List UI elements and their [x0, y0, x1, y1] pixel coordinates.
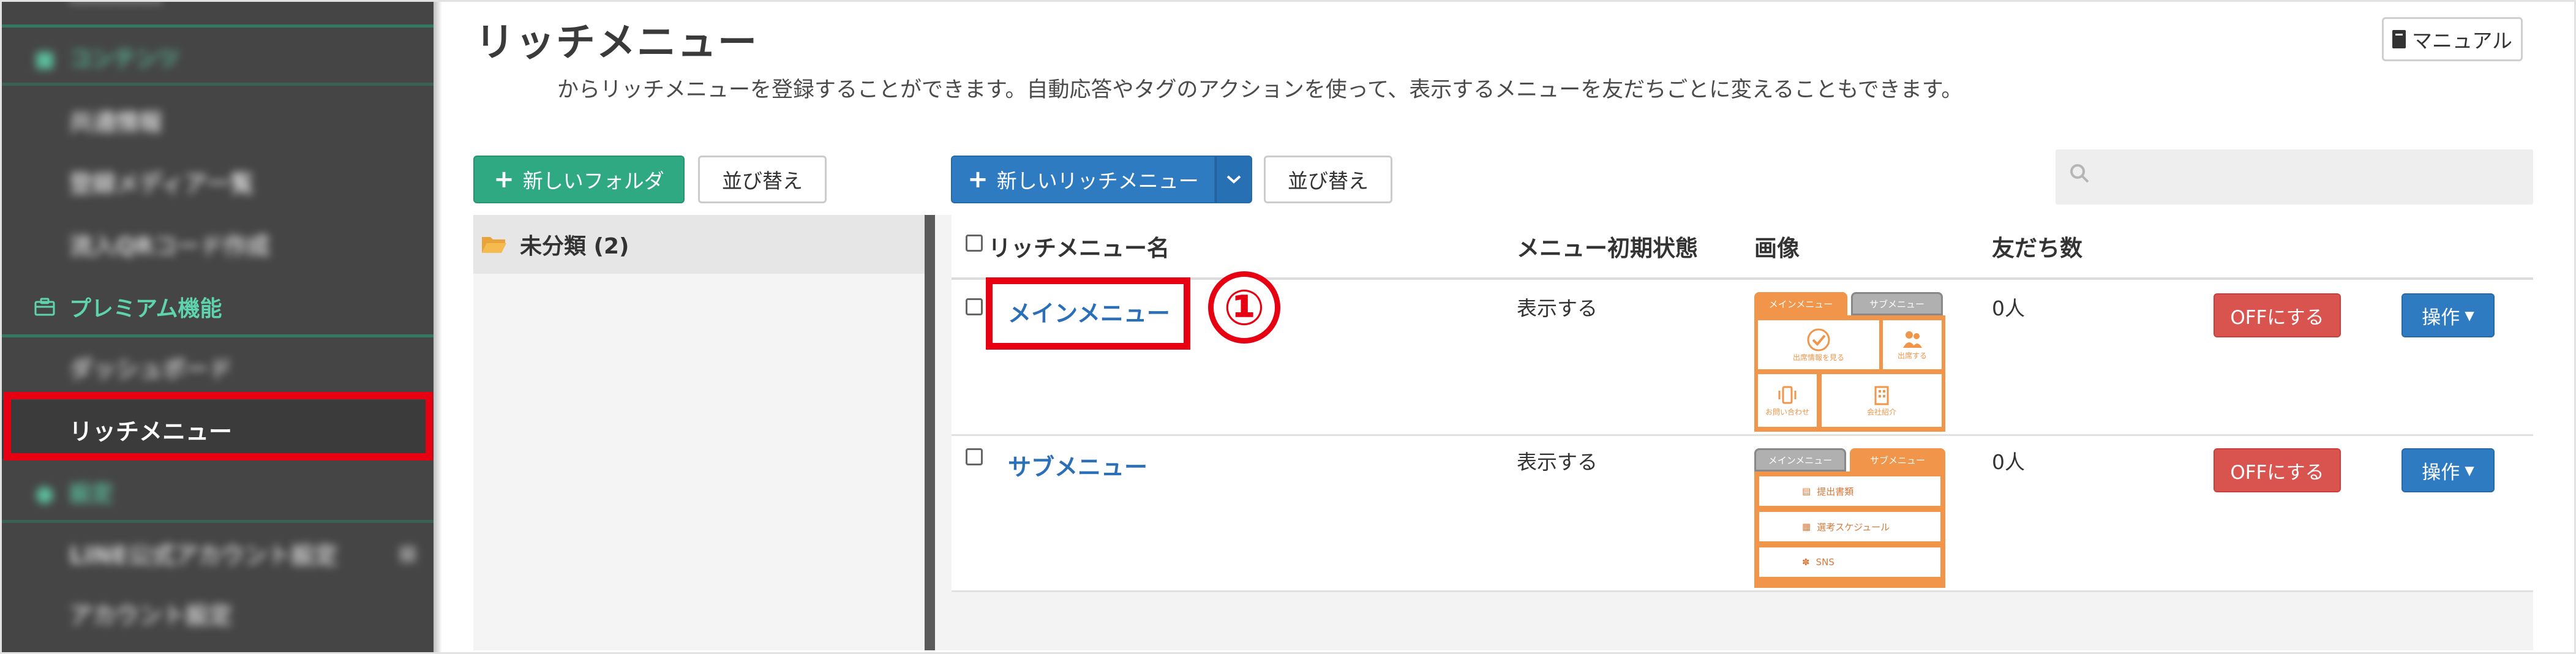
sidebar-item-qr-code[interactable]: 流入QRコード作成	[2, 214, 434, 273]
new-rich-menu-button[interactable]: + 新しいリッチメニュー	[951, 156, 1215, 203]
check-circle-icon	[1807, 328, 1830, 351]
thumb-tab: サブメニュー	[1851, 292, 1943, 315]
column-header-image: 画像	[1754, 235, 1800, 261]
people-icon	[1903, 331, 1922, 348]
sidebar-shadow	[434, 2, 442, 652]
folder-open-icon	[481, 235, 508, 254]
building-icon	[1874, 386, 1889, 405]
page-title: リッチメニュー	[475, 20, 758, 66]
new-rich-menu-dropdown-toggle[interactable]	[1215, 156, 1252, 203]
column-header-initial-state: メニュー初期状態	[1517, 235, 1698, 261]
caret-down-icon: ▾	[2465, 304, 2474, 326]
folder-item-uncategorized[interactable]: 未分類 (2)	[473, 215, 925, 274]
off-button[interactable]: OFFにする	[2214, 448, 2341, 492]
rich-menu-thumbnail[interactable]: メインメニュー サブメニュー 出席情報を見る 出席する お問い合わせ 会社紹介	[1754, 292, 1945, 432]
sidebar-item-account-settings[interactable]: アカウント設定	[2, 584, 434, 642]
thumb-tab: メインメニュー	[1754, 292, 1847, 315]
friends-count: 0人	[1992, 450, 2025, 474]
sidebar-separator	[2, 83, 434, 86]
gear-icon: ●	[35, 481, 54, 506]
sort-folders-button[interactable]: 並び替え	[698, 156, 827, 203]
thumb-bar: ✽ SNS	[1759, 547, 1940, 577]
thumb-bar: ▦ 選考スケジュール	[1759, 512, 1940, 541]
caret-down-icon: ▾	[2465, 459, 2474, 481]
manual-button[interactable]: マニュアル	[2382, 17, 2523, 61]
thumb-tab: サブメニュー	[1850, 448, 1945, 472]
page-description: からリッチメニューを登録することができます。自動応答やタグのアクションを使って、…	[557, 78, 1963, 102]
sidebar-blurred-top: …………	[2, 2, 434, 24]
panel-divider[interactable]	[925, 215, 935, 650]
plus-icon: +	[494, 165, 514, 194]
thumb-tile: 出席情報を見る	[1758, 320, 1879, 369]
external-link-icon: ■	[397, 541, 418, 565]
sidebar-header-settings[interactable]: ● 設定	[2, 462, 434, 521]
column-header-name: リッチメニュー名	[988, 235, 1170, 261]
row-checkbox[interactable]	[966, 448, 983, 465]
calendar-icon: ▦	[1802, 521, 1811, 532]
thumb-tile: 会社紹介	[1822, 374, 1942, 427]
sidebar-highlight-box	[4, 392, 433, 460]
sidebar: ………… ■コンテンツ 共通情報 登録メディア一覧 流入QRコード作成 プレミア…	[2, 2, 434, 652]
sidebar-header-premium[interactable]: プレミアム機能	[2, 277, 434, 336]
select-all-checkbox[interactable]	[966, 235, 983, 252]
search-input[interactable]	[2056, 149, 2533, 205]
column-header-friends: 友だち数	[1992, 235, 2082, 261]
operations-dropdown-button[interactable]: 操作 ▾	[2401, 448, 2495, 492]
step-number-badge: ①	[1208, 271, 1280, 344]
rich-menu-thumbnail[interactable]: メインメニュー サブメニュー ▤ 提出書類 ▦ 選考スケジュール ✽ SNS	[1754, 448, 1945, 588]
sidebar-item-common-info[interactable]: 共通情報	[2, 91, 434, 149]
highlight-box-main-menu	[986, 277, 1190, 350]
plus-icon: +	[967, 165, 988, 194]
book-icon	[2392, 30, 2406, 48]
folder-panel: 未分類 (2)	[473, 215, 925, 650]
document-icon: ▤	[1802, 486, 1811, 497]
sidebar-item-line-settings[interactable]: LINE公式アカウント設定 ■	[2, 524, 434, 582]
thumb-tile: 出席する	[1883, 320, 1942, 369]
sort-menus-button[interactable]: 並び替え	[1264, 156, 1392, 203]
initial-state-value: 表示する	[1517, 296, 1598, 320]
folder-icon: ■	[34, 47, 55, 72]
briefcase-icon	[34, 296, 56, 321]
sidebar-separator	[2, 520, 434, 523]
phone-icon	[1778, 386, 1797, 404]
operations-dropdown-button[interactable]: 操作 ▾	[2401, 293, 2495, 337]
initial-state-value: 表示する	[1517, 450, 1598, 474]
off-button[interactable]: OFFにする	[2214, 293, 2341, 337]
row-checkbox[interactable]	[966, 298, 983, 315]
sidebar-item-media-list[interactable]: 登録メディア一覧	[2, 152, 434, 211]
table-row: サブメニュー 表示する メインメニュー サブメニュー ▤ 提出書類 ▦ 選考スケ…	[952, 436, 2533, 592]
share-icon: ✽	[1802, 557, 1810, 568]
search-icon	[2069, 163, 2090, 184]
friends-count: 0人	[1992, 296, 2025, 320]
table-header	[952, 215, 2533, 280]
new-folder-button[interactable]: + 新しいフォルダ	[473, 156, 685, 203]
sidebar-header-contents[interactable]: ■ コンテンツ	[2, 28, 434, 86]
sidebar-item-dashboard[interactable]: ダッシュボード	[2, 337, 434, 396]
thumb-tab: メインメニュー	[1754, 448, 1846, 472]
thumb-bar: ▤ 提出書類	[1759, 476, 1940, 506]
chevron-down-icon	[1226, 171, 1242, 188]
rich-menu-name-link[interactable]: サブメニュー	[1008, 448, 1147, 482]
thumb-tile: お問い合わせ	[1758, 374, 1817, 427]
